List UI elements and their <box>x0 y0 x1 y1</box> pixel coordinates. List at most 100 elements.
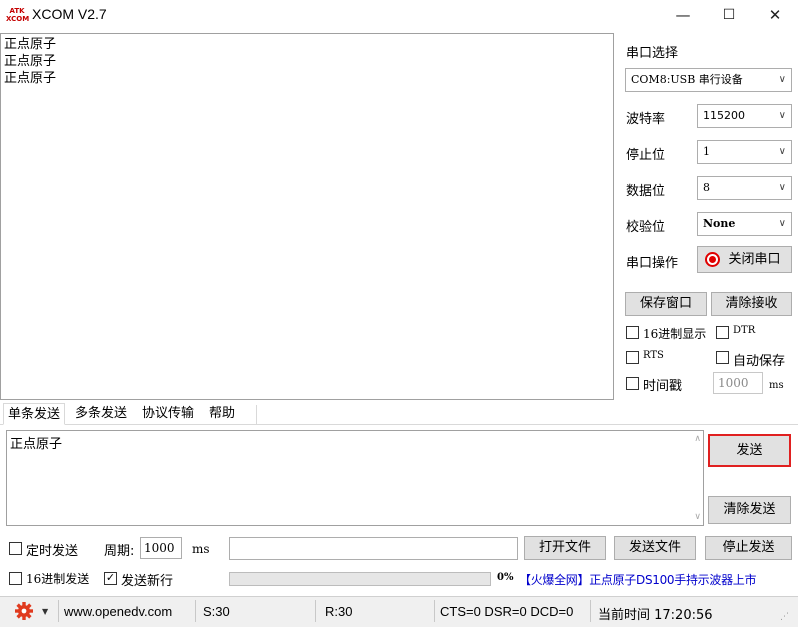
stop-bits-select[interactable]: 1 ∨ <box>697 140 792 164</box>
clear-send-button[interactable]: 清除发送 <box>708 496 791 524</box>
timed-send-checkbox[interactable] <box>9 542 22 555</box>
period-input[interactable]: 1000 <box>140 537 182 559</box>
title-bar: ATK XCOM XCOM V2.7 — ☐ ✕ <box>0 0 798 30</box>
tab-protocol-label: 协议传输 <box>142 406 195 421</box>
port-section-title: 串口选择 <box>626 46 679 61</box>
clear-send-label: 清除发送 <box>723 502 776 517</box>
status-separator <box>315 600 316 622</box>
tab-multi-send-label: 多条发送 <box>75 406 128 421</box>
tab-multi-send[interactable]: 多条发送 <box>71 403 131 425</box>
file-path-input[interactable] <box>229 537 518 560</box>
timestamp-interval-value: 1000 <box>718 376 749 390</box>
maximize-icon: ☐ <box>722 7 736 23</box>
send-button[interactable]: 发送 <box>708 434 791 467</box>
baud-label: 波特率 <box>626 112 666 127</box>
status-separator <box>590 600 591 622</box>
hex-send-label: 16进制发送 <box>26 572 90 586</box>
save-window-label: 保存窗口 <box>639 296 692 311</box>
chevron-down-icon: ∨ <box>778 182 786 193</box>
tab-divider <box>256 405 257 424</box>
auto-save-label: 自动保存 <box>733 354 786 369</box>
period-ms-label: ms <box>192 542 210 556</box>
receive-textarea[interactable]: 正点原子 正点原子 正点原子 <box>0 33 614 400</box>
app-logo-line2: XCOM <box>6 15 30 23</box>
clear-receive-button[interactable]: 清除接收 <box>711 292 792 316</box>
stop-bits-label: 停止位 <box>626 148 666 163</box>
app-logo: ATK XCOM <box>6 7 30 23</box>
timestamp-checkbox[interactable] <box>626 377 639 390</box>
current-time: 当前时间 17:20:56 <box>598 608 713 623</box>
received-count: R:30 <box>325 604 353 619</box>
close-button[interactable]: ✕ <box>752 0 798 30</box>
send-newline-label: 发送新行 <box>121 574 174 589</box>
port-operate-label: 串口操作 <box>626 256 679 271</box>
open-file-button[interactable]: 打开文件 <box>524 536 606 560</box>
minimize-icon: — <box>675 6 691 24</box>
parity-select-value: None <box>703 217 736 230</box>
port-select-value: COM8:USB 串行设备 <box>631 73 743 86</box>
rts-label: RTS <box>643 350 664 361</box>
parity-select[interactable]: None ∨ <box>697 212 792 236</box>
tab-strip-line <box>0 424 798 425</box>
dtr-label: DTR <box>733 325 756 336</box>
chevron-down-icon: ∨ <box>778 218 786 229</box>
send-button-label: 发送 <box>736 443 763 458</box>
timestamp-ms-label: ms <box>769 380 784 391</box>
clear-receive-label: 清除接收 <box>725 296 778 311</box>
port-select[interactable]: COM8:USB 串行设备 ∨ <box>625 68 792 92</box>
close-icon: ✕ <box>768 6 782 24</box>
stop-bits-select-value: 1 <box>703 145 710 158</box>
open-file-label: 打开文件 <box>538 540 591 555</box>
stop-send-button[interactable]: 停止发送 <box>705 536 792 560</box>
chevron-down-icon: ∨ <box>778 146 786 157</box>
baud-select[interactable]: 115200 ∨ <box>697 104 792 128</box>
app-logo-line1: ATK <box>9 7 25 15</box>
send-progress-text: 0% <box>497 572 514 583</box>
gear-icon[interactable] <box>14 601 34 621</box>
status-separator <box>58 600 59 622</box>
period-label: 周期: <box>104 544 135 559</box>
tab-single-send-label: 单条发送 <box>8 407 61 422</box>
timed-send-label: 定时发送 <box>26 544 79 559</box>
ad-link[interactable]: 【火爆全网】正点原子DS100手持示波器上市 <box>519 571 756 588</box>
send-text: 正点原子 <box>10 437 63 452</box>
hex-send-checkbox[interactable] <box>9 572 22 585</box>
status-separator <box>195 600 196 622</box>
send-newline-checkbox[interactable]: ✓ <box>104 572 117 585</box>
timestamp-interval-input[interactable]: 1000 <box>713 372 763 394</box>
tab-help[interactable]: 帮助 <box>205 403 239 425</box>
data-bits-select-value: 8 <box>703 181 710 194</box>
scroll-down-icon[interactable]: ∨ <box>694 512 701 522</box>
receive-text: 正点原子 正点原子 正点原子 <box>4 37 57 86</box>
resize-grip-icon[interactable]: ⋰ <box>780 612 789 622</box>
auto-save-checkbox[interactable] <box>716 351 729 364</box>
chevron-down-icon: ∨ <box>778 74 786 85</box>
hex-display-label: 16进制显示 <box>643 327 707 341</box>
tab-protocol[interactable]: 协议传输 <box>138 403 198 425</box>
send-file-label: 发送文件 <box>628 540 681 555</box>
hex-display-checkbox[interactable] <box>626 326 639 339</box>
parity-label: 校验位 <box>626 220 666 235</box>
minimize-button[interactable]: — <box>660 0 706 30</box>
send-file-button[interactable]: 发送文件 <box>614 536 696 560</box>
tab-single-send[interactable]: 单条发送 <box>3 403 66 425</box>
baud-select-value: 115200 <box>703 109 745 122</box>
modem-lines-status: CTS=0 DSR=0 DCD=0 <box>440 604 574 619</box>
tab-help-label: 帮助 <box>209 406 236 421</box>
sent-count: S:30 <box>203 604 230 619</box>
maximize-button[interactable]: ☐ <box>706 0 752 30</box>
website-link[interactable]: www.openedv.com <box>64 604 172 619</box>
scroll-up-icon[interactable]: ∧ <box>694 434 701 444</box>
data-bits-select[interactable]: 8 ∨ <box>697 176 792 200</box>
port-status-icon <box>705 252 720 267</box>
close-port-button[interactable]: 关闭串口 <box>697 246 792 273</box>
period-value: 1000 <box>144 541 175 555</box>
dtr-checkbox[interactable] <box>716 326 729 339</box>
send-textarea[interactable]: 正点原子 ∧ ∨ <box>6 430 704 526</box>
rts-checkbox[interactable] <box>626 351 639 364</box>
status-separator <box>434 600 435 622</box>
save-window-button[interactable]: 保存窗口 <box>625 292 707 316</box>
caret-down-icon[interactable]: ▼ <box>42 607 48 616</box>
close-port-button-label: 关闭串口 <box>728 252 781 267</box>
chevron-down-icon: ∨ <box>778 110 786 121</box>
